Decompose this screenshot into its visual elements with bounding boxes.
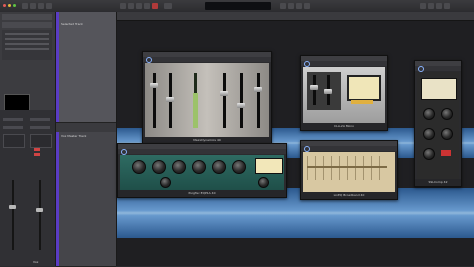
compress-fader[interactable] [310,85,318,90]
pultec-vu-meter [255,158,283,174]
ratio-knob[interactable] [423,148,435,160]
plugin-panel [145,63,269,137]
vu-indicator-bar [351,100,373,104]
track-header-2[interactable]: Vox Master Track [56,132,116,267]
volume-fader-track-1[interactable] [12,180,14,250]
plugin-window-ssl[interactable]: SSLComp 42 [414,60,462,187]
rewind-button[interactable] [120,3,126,9]
zoom-window-button[interactable] [13,4,16,7]
attack-fader[interactable] [220,91,228,96]
plugin-controls-bar [415,66,461,72]
plugin-controls-bar [301,61,387,67]
output-knob[interactable] [258,177,269,188]
plugin-controls-bar [143,57,271,63]
track-name-1[interactable]: Selected Track [61,22,83,26]
stop-button[interactable] [136,3,142,9]
eq-band-grid [307,156,387,180]
plugin-window-lineq[interactable]: LinEQ Broadband 40 [300,140,398,200]
in-button[interactable] [441,150,451,156]
forward-button[interactable] [128,3,134,9]
plugin-footer-label: LinEQ Broadband 40 [301,192,397,199]
metronome-button[interactable] [304,3,310,9]
inspector-parameters [2,30,52,60]
notepad-button[interactable] [428,3,434,9]
eq-curve [307,166,387,168]
plugin-slot-active[interactable] [34,148,40,151]
volume-fader-cap-2[interactable] [36,208,43,212]
plugin-panel [417,72,459,179]
track-header-1[interactable]: Selected Track [56,12,116,123]
play-button[interactable] [144,3,150,9]
plugin-footer-label: PuigTec EQP1A 40 [118,190,286,197]
level-meter [193,93,198,128]
attack-knob[interactable] [423,128,435,140]
threshold-fader[interactable] [150,83,158,88]
inspector-button[interactable] [30,3,36,9]
record-button[interactable] [152,3,158,9]
region-inspector-header[interactable] [2,14,52,20]
high-atten-knob[interactable] [212,160,226,174]
channel-strips: Vox [0,110,55,266]
list-editors-button[interactable] [420,3,426,9]
solo-button[interactable] [288,3,294,9]
low-boost-knob[interactable] [132,160,146,174]
lcd-display[interactable] [205,2,271,10]
plugin-slots-1[interactable] [3,134,25,148]
eq-thumb-2[interactable] [30,126,50,129]
volume-fader-track-2[interactable] [39,180,41,250]
gain-fader[interactable] [166,97,174,102]
plugin-controls-bar [301,146,397,152]
track-color-bar-1 [56,12,59,122]
vu-meter [347,75,381,101]
plugin-panel [303,152,395,192]
release-knob[interactable] [441,128,453,140]
track-inspector-header[interactable] [2,22,52,28]
eq-thumb-1[interactable] [3,126,23,129]
timeline-ruler[interactable] [117,12,474,21]
gain-fader-cla[interactable] [324,89,332,94]
track-name-2[interactable]: Vox Master Track [61,134,86,138]
quick-help-button[interactable] [38,3,44,9]
makeup-knob[interactable] [441,108,453,120]
track-color-bar-2 [56,132,59,266]
setting-button-1[interactable] [3,118,23,121]
cps-knob[interactable] [160,177,171,188]
track-headers: Selected Track Vox Master Track [56,12,117,267]
plugin-footer-label: CLA-2A Mono [301,123,387,130]
volume-fader-cap-1[interactable] [9,205,16,209]
toolbar-toggle-button[interactable] [46,3,52,9]
threshold-knob[interactable] [423,108,435,120]
plugin-footer-label: SSLComp 42 [415,179,461,186]
setting-button-2[interactable] [30,118,50,121]
close-window-button[interactable] [3,4,6,7]
release-fader[interactable] [237,103,245,108]
loop-browser-button[interactable] [436,3,442,9]
plugin-slots-2[interactable] [30,134,52,148]
high-boost-knob[interactable] [172,160,186,174]
plugin-window-pultec[interactable]: PuigTec EQP1A 40 [117,143,287,198]
plugin-panel [303,67,385,123]
atten-sel-knob[interactable] [232,160,246,174]
low-atten-knob[interactable] [152,160,166,174]
cycle-button[interactable] [164,3,172,9]
plugin-panel [120,155,284,190]
library-button[interactable] [22,3,28,9]
browsers-button[interactable] [444,3,450,9]
tuner-button[interactable] [280,3,286,9]
plugin-slot-active-2[interactable] [34,153,40,156]
gr-meter [421,78,457,100]
plugin-window-cla[interactable]: CLA-2A Mono [300,55,388,131]
strip-name-label: Vox [33,260,39,264]
count-in-button[interactable] [296,3,302,9]
minimize-window-button[interactable] [8,4,11,7]
bandwidth-knob[interactable] [192,160,206,174]
plugin-controls-bar [118,149,286,155]
output-fader[interactable] [254,87,262,92]
plugin-window-renaissance[interactable]: MaxxDynamics 40 [142,51,272,145]
